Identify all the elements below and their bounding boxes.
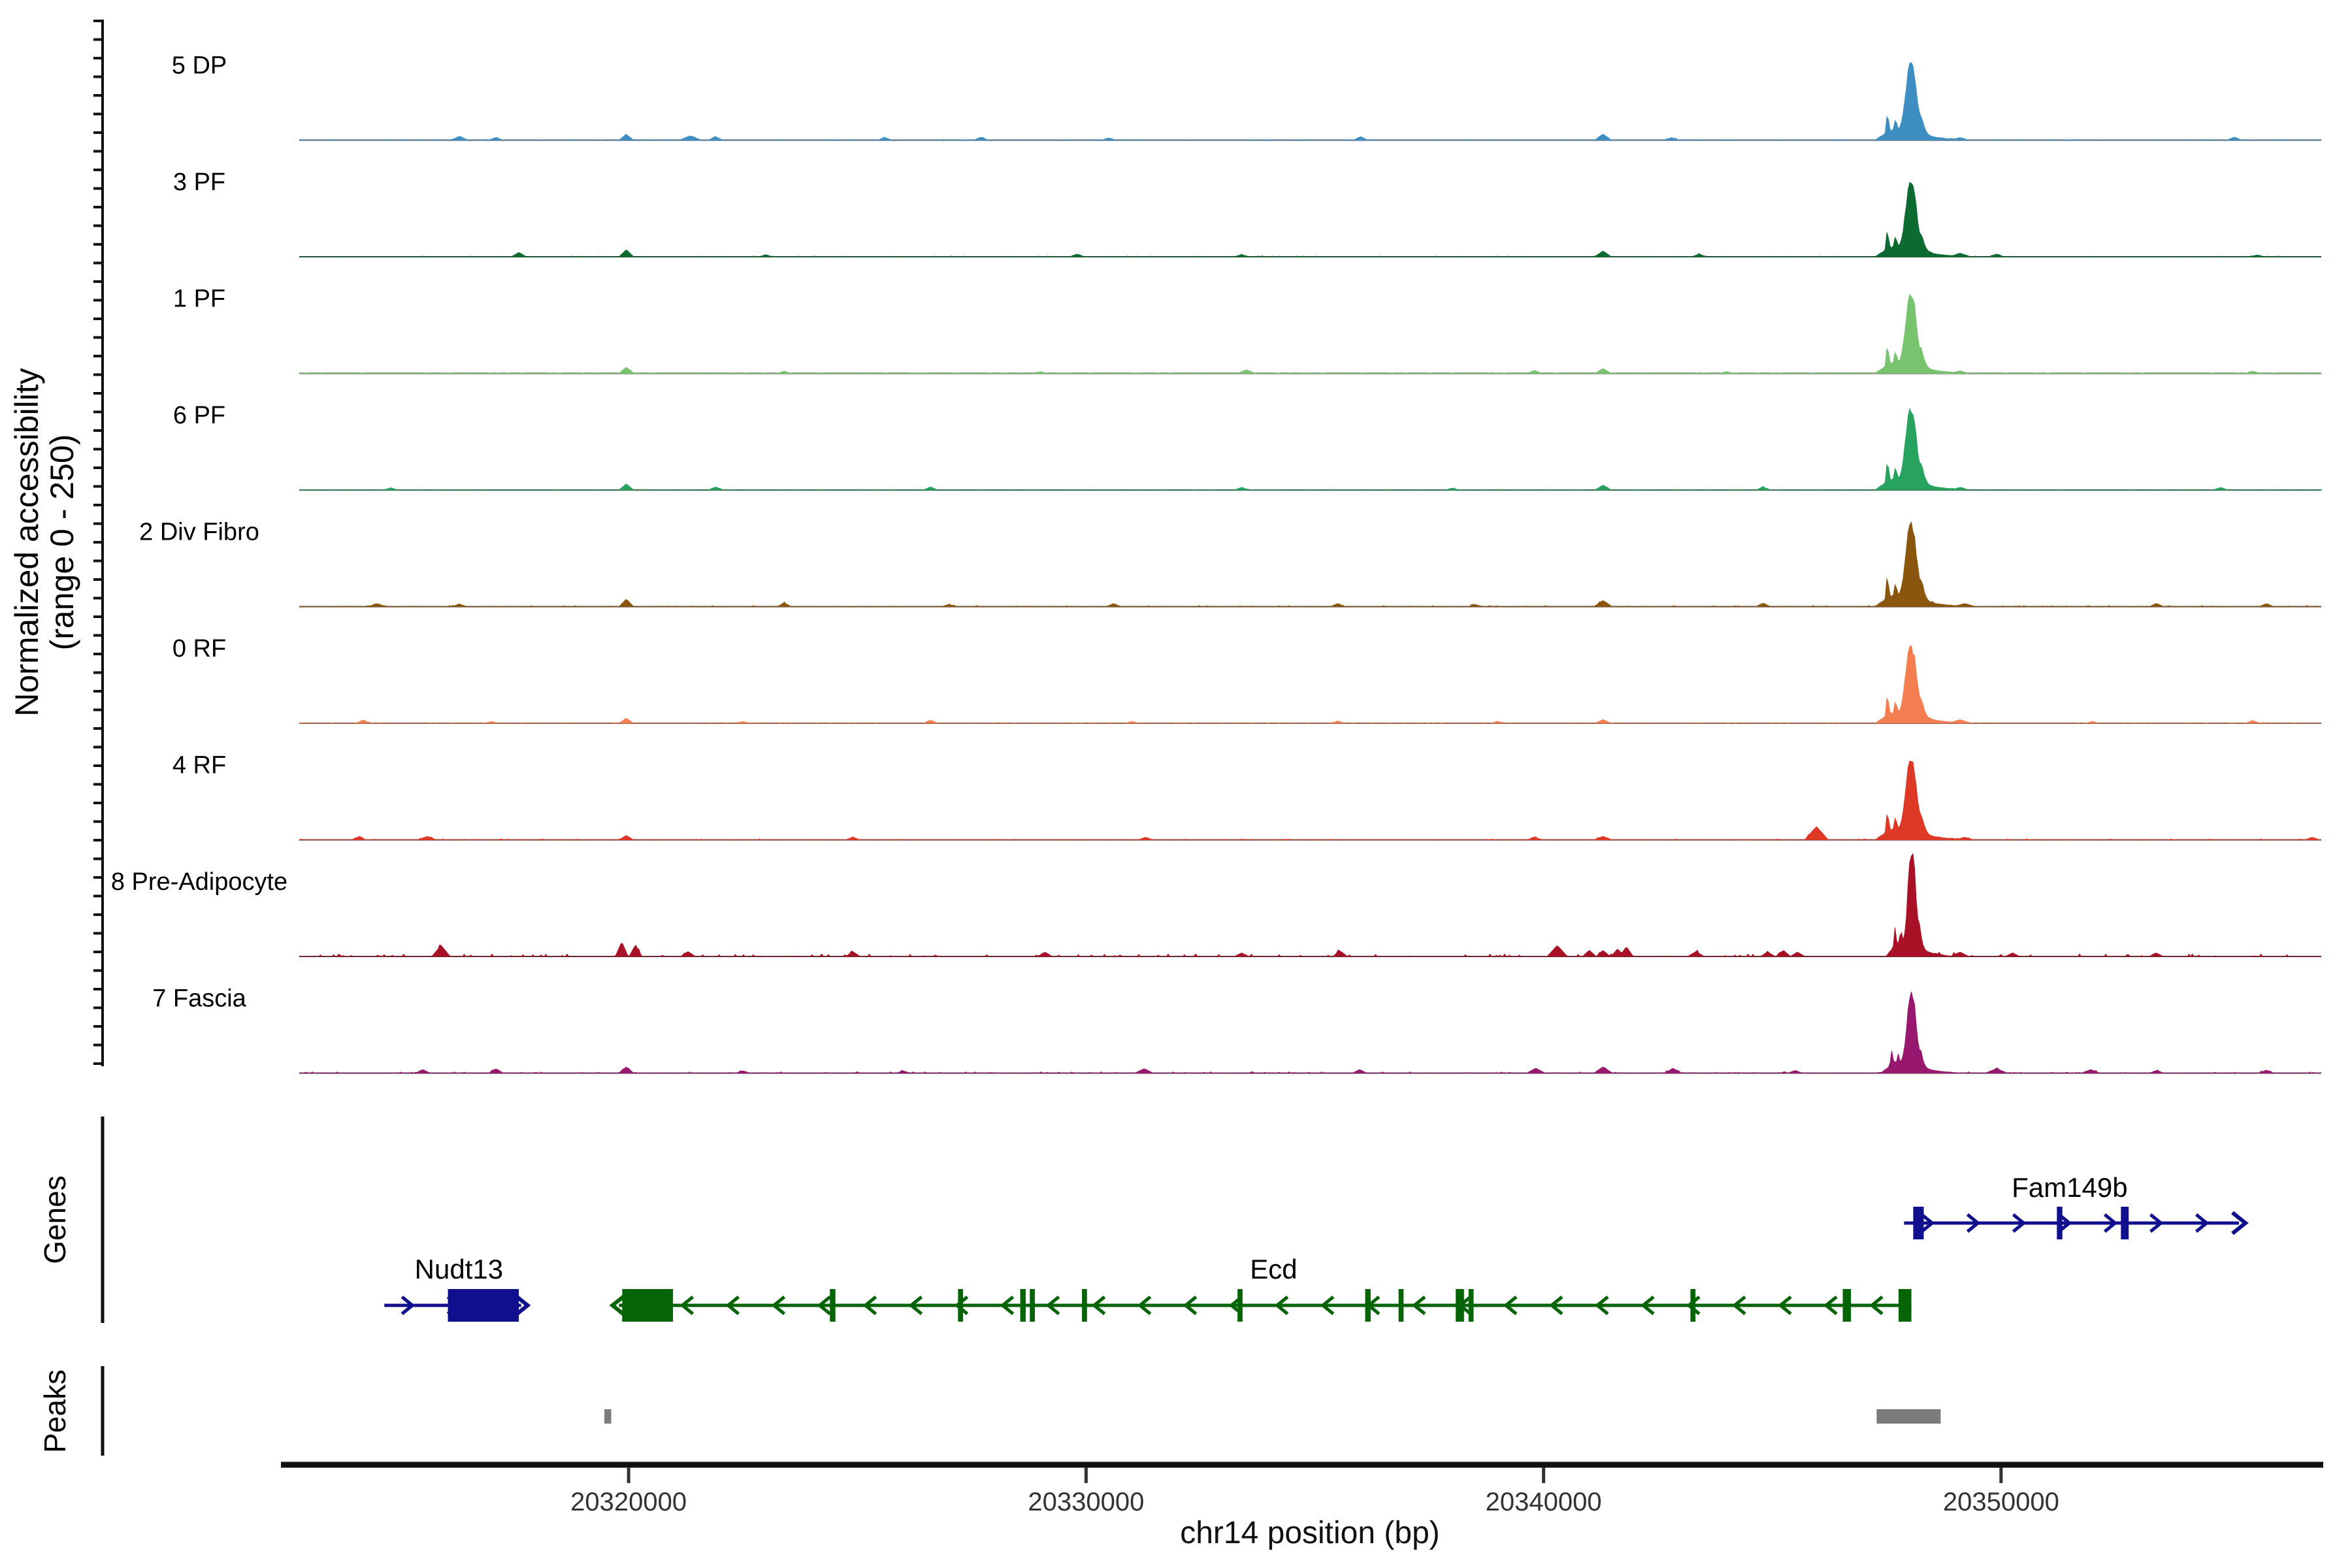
genes-track: Fam149b Nudt13 Ecd (384, 1172, 2249, 1322)
track-1-pf (299, 293, 2322, 374)
exon (1398, 1289, 1404, 1322)
gene-label: Nudt13 (415, 1254, 503, 1284)
track-label: 6 PF (173, 402, 225, 429)
exon (1842, 1289, 1852, 1322)
x-axis-tick-label: 20340000 (1486, 1488, 1602, 1516)
gene-label: Ecd (1250, 1254, 1297, 1284)
exon (1365, 1289, 1371, 1322)
exon (1456, 1289, 1464, 1322)
track-5-dp (299, 62, 2321, 141)
track-3-pf (299, 182, 2321, 257)
track-labels: 5 DP 3 PF 1 PF 6 PF 2 Div Fibro 0 RF 4 RF 8 Pre… (111, 52, 287, 1013)
signal-area (299, 521, 2321, 608)
peaks-section-label: Peaks (38, 1369, 72, 1453)
exon (1237, 1289, 1243, 1322)
x-axis-tick-label: 20330000 (1028, 1488, 1144, 1516)
track-label: 5 DP (172, 52, 227, 80)
genes-section-label: Genes (38, 1175, 72, 1264)
track-6-pf (299, 408, 2322, 491)
signal-area (299, 645, 2321, 724)
exon (448, 1289, 519, 1322)
track-label: 0 RF (172, 635, 226, 662)
track-label: 3 PF (173, 169, 225, 196)
exon (1020, 1289, 1026, 1322)
exon (1898, 1289, 1912, 1322)
signal-area (299, 293, 2322, 374)
track-2-div-fibro (299, 521, 2321, 608)
exon (1690, 1289, 1696, 1322)
track-label: 2 Div Fibro (139, 519, 259, 546)
exon (830, 1289, 836, 1322)
track-7-fascia (299, 991, 2321, 1074)
signal-area (299, 760, 2321, 841)
exon (1082, 1289, 1087, 1322)
signal-area (299, 62, 2321, 141)
x-axis-title: chr14 position (bp) (1180, 1516, 1440, 1550)
y-axis-ruler (93, 20, 104, 1066)
peaks-track (604, 1409, 1941, 1424)
x-axis: 20320000 20330000 20340000 20350000 (281, 1462, 2323, 1516)
track-8-pre-adipocyte (299, 853, 2321, 957)
gene-label: Fam149b (2012, 1172, 2127, 1203)
peak-region (1876, 1409, 1941, 1424)
exon (1468, 1289, 1474, 1322)
exon (958, 1289, 964, 1322)
track-0-rf (299, 645, 2321, 724)
exon (622, 1289, 674, 1322)
x-axis-tick-label: 20320000 (570, 1488, 687, 1516)
x-axis-tick-label: 20350000 (1943, 1488, 2059, 1516)
track-label: 1 PF (173, 286, 225, 313)
track-label: 7 Fascia (152, 985, 246, 1013)
peak-region (604, 1409, 612, 1424)
signal-area (299, 991, 2321, 1074)
gene-nudt13: Nudt13 (384, 1254, 531, 1322)
signal-area (299, 853, 2321, 957)
gene-ecd: Ecd (609, 1254, 1912, 1322)
y-axis-title-line1: Normalized accessibility (8, 368, 45, 717)
exon (2057, 1207, 2063, 1239)
genome-browser-figure: Normalized accessibility (range 0 - 250)… (8, 20, 2323, 1550)
track-4-rf (299, 760, 2321, 841)
signal-area (299, 182, 2321, 257)
track-label: 4 RF (172, 752, 226, 779)
gene-fam149b: Fam149b (1904, 1172, 2249, 1239)
signal-area (299, 408, 2322, 491)
track-label: 8 Pre-Adipocyte (111, 868, 287, 896)
exon (1030, 1289, 1035, 1322)
accessibility-tracks (299, 62, 2322, 1074)
exon (1913, 1207, 1924, 1239)
exon (2121, 1207, 2129, 1239)
y-axis-title-line2: (range 0 - 250) (44, 434, 80, 651)
